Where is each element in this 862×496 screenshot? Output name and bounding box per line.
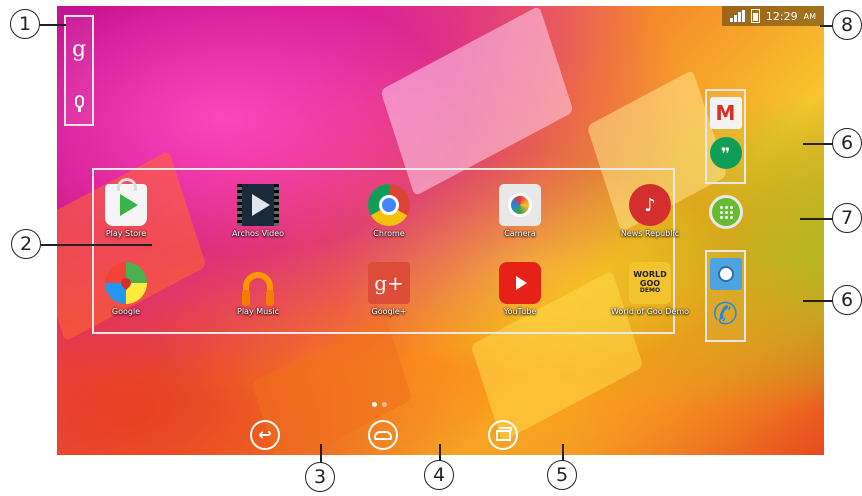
callout-6-top: 6: [832, 128, 862, 158]
callout-line: [803, 143, 833, 145]
app-news-republic[interactable]: ♪ News Republic: [602, 184, 698, 238]
status-time: 12:29: [765, 9, 798, 23]
app-shortcuts-area: Play Store Archos Video Chrome Camera ♪ …: [92, 168, 689, 334]
app-label: News Republic: [620, 229, 680, 238]
callout-line: [803, 300, 833, 302]
back-button[interactable]: ↩: [250, 420, 280, 450]
callout-line: [320, 444, 322, 464]
gmail-icon[interactable]: M: [709, 97, 742, 129]
camera-icon-wrap: [499, 184, 541, 226]
contacts-icon[interactable]: [709, 258, 742, 290]
app-label: Google: [111, 307, 141, 316]
callout-5: 5: [547, 460, 577, 490]
battery-icon: [750, 9, 760, 23]
app-chrome[interactable]: Chrome: [341, 184, 437, 238]
google-maps-folder-icon: [105, 262, 147, 304]
google-search-icon[interactable]: g: [72, 39, 86, 61]
hangouts-icon[interactable]: ❞: [709, 137, 742, 169]
app-label: Play Music: [237, 307, 279, 316]
app-google-plus[interactable]: g+ Google+: [341, 262, 437, 316]
app-world-of-goo[interactable]: WORLD GOO DEMO World of Goo Demo: [602, 262, 698, 316]
app-play-music[interactable]: Play Music: [210, 262, 306, 316]
app-label: Camera: [504, 229, 536, 238]
page-dot-active: [372, 402, 377, 407]
callout-3: 3: [305, 462, 335, 492]
callout-2: 2: [11, 229, 41, 259]
google-search-widget[interactable]: g: [64, 15, 94, 126]
home-button[interactable]: [368, 420, 398, 450]
page-dot: [382, 402, 387, 407]
callout-8: 8: [832, 10, 862, 40]
status-ampm: AM: [803, 11, 816, 21]
callout-4: 4: [424, 460, 454, 490]
archos-video-icon: [237, 184, 279, 226]
app-youtube[interactable]: YouTube: [472, 262, 568, 316]
favorites-dock-top: M ❞: [705, 89, 746, 184]
app-google-folder[interactable]: Google: [78, 262, 174, 316]
callout-line: [800, 218, 833, 220]
world-of-goo-icon: WORLD GOO DEMO: [629, 262, 671, 304]
app-label: Play Store: [105, 229, 147, 238]
signal-icon: [729, 10, 745, 22]
back-icon: ↩: [258, 425, 272, 444]
favorites-dock-bottom: ✆: [705, 250, 746, 342]
camera-icon: [499, 184, 541, 226]
mic-icon[interactable]: [74, 95, 84, 112]
youtube-icon: [499, 262, 541, 304]
callout-7: 7: [832, 203, 862, 233]
home-icon: [374, 430, 392, 440]
callout-line: [41, 244, 152, 246]
all-apps-icon[interactable]: [709, 195, 743, 229]
recent-apps-button[interactable]: [488, 420, 518, 450]
play-music-icon: [237, 262, 279, 306]
app-archos-video[interactable]: Archos Video: [210, 184, 306, 238]
chrome-icon: [368, 184, 410, 226]
callout-1: 1: [10, 9, 40, 39]
status-bar: 12:29 AM: [721, 6, 824, 26]
app-label: Chrome: [373, 229, 405, 238]
news-republic-icon: ♪: [629, 184, 671, 226]
callout-6-bottom: 6: [832, 285, 862, 315]
recent-apps-icon: [495, 426, 512, 441]
app-play-store[interactable]: Play Store: [78, 178, 174, 238]
youtube-icon-wrap: [499, 262, 541, 304]
apps-grid-dots: [719, 205, 733, 219]
app-camera[interactable]: Camera: [472, 184, 568, 238]
app-label: YouTube: [503, 307, 537, 316]
app-label: Archos Video: [231, 229, 285, 238]
phone-icon[interactable]: ✆: [710, 297, 742, 332]
play-store-icon: [105, 178, 147, 226]
google-plus-icon: g+: [368, 262, 410, 304]
goo-logo-text: DEMO: [639, 287, 661, 295]
callout-line: [40, 24, 66, 26]
app-label: World of Goo Demo: [610, 307, 690, 316]
app-label: Google+: [371, 307, 407, 316]
page-indicator: [372, 402, 387, 407]
